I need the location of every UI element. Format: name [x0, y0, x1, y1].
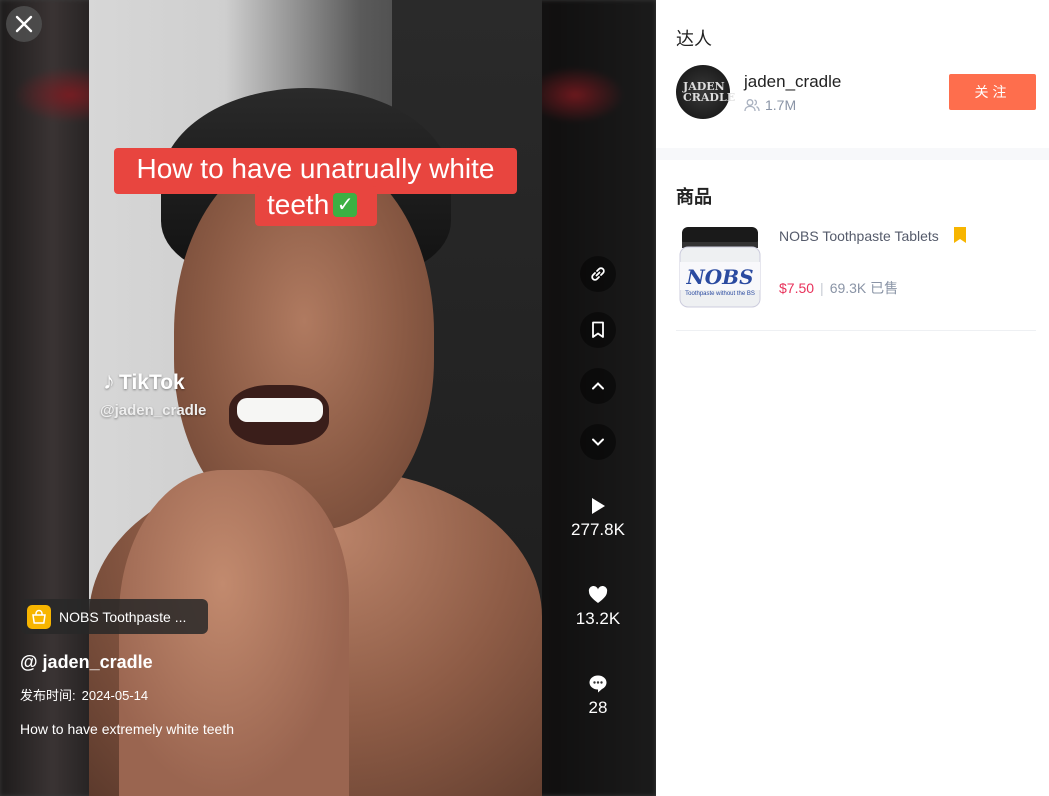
- play-count-value: 277.8K: [571, 520, 625, 539]
- tiktok-watermark-text: TikTok: [119, 371, 185, 394]
- shopping-bag-icon: [27, 604, 51, 629]
- comment-icon: [589, 675, 607, 693]
- product-bookmark-icon[interactable]: [954, 227, 966, 248]
- creator-followers: 1.7M: [744, 97, 796, 113]
- followers-icon: [744, 99, 760, 112]
- comment-count-value: 28: [588, 698, 608, 717]
- product-image[interactable]: NOBS Toothpaste without the BS: [676, 222, 764, 312]
- bookmark-button[interactable]: [580, 312, 616, 348]
- creator-followers-value: 1.7M: [765, 97, 797, 113]
- video-description: How to have extremely white teeth: [20, 721, 234, 737]
- product-jar-label: NOBS: [685, 265, 753, 289]
- copy-link-button[interactable]: [580, 256, 616, 292]
- product-meta: $7.50 | 69.3K 已售: [779, 278, 898, 298]
- video-author[interactable]: @ jaden_cradle: [20, 652, 153, 673]
- product-divider: [676, 330, 1036, 331]
- like-count-value: 13.2K: [575, 609, 621, 628]
- info-panel: 达人 JADEN CRADLE jaden_cradle 1.7M 关注 商品 …: [656, 0, 1049, 796]
- video-player[interactable]: [89, 0, 542, 796]
- creator-name[interactable]: jaden_cradle: [744, 72, 841, 92]
- video-teeth: [237, 398, 323, 422]
- product-price: $7.50: [779, 280, 815, 296]
- play-count: 277.8K: [563, 492, 633, 540]
- meta-separator: |: [820, 280, 824, 296]
- play-button[interactable]: [563, 492, 633, 520]
- product-pill-label: NOBS Toothpaste ...: [59, 608, 187, 625]
- bookmark-icon: [592, 321, 604, 338]
- check-mark-icon: ✓: [333, 192, 358, 217]
- publish-time-label: 发布时间:: [20, 688, 76, 703]
- link-icon: [591, 267, 605, 281]
- products-section-title: 商品: [676, 187, 712, 207]
- like-count: 13.2K: [563, 581, 633, 629]
- product-sold-count: 69.3K 已售: [829, 280, 899, 296]
- product-jar-subtitle: Toothpaste without the BS: [685, 291, 755, 297]
- tiktok-watermark-user: @jaden_cradle: [100, 402, 207, 419]
- comment-button[interactable]: [563, 670, 633, 698]
- publish-time: 发布时间: 2024-05-14: [20, 685, 154, 704]
- section-divider: [656, 148, 1049, 160]
- tiktok-logo-icon: ♪: [103, 368, 115, 395]
- close-button[interactable]: [6, 6, 42, 42]
- like-button[interactable]: [563, 581, 633, 609]
- tiktok-watermark: ♪ TikTok: [103, 368, 185, 396]
- heart-icon: [588, 586, 608, 603]
- chevron-up-icon: [592, 382, 604, 390]
- publish-time-value: 2024-05-14: [81, 688, 149, 703]
- comment-count: 28: [563, 670, 633, 718]
- play-icon: [592, 498, 605, 514]
- creator-section-title: 达人: [676, 29, 712, 49]
- follow-button[interactable]: 关注: [949, 74, 1036, 110]
- video-caption-line2: teeth ✓: [255, 186, 377, 226]
- avatar-logo-text: JADEN CRADLE: [683, 80, 736, 104]
- video-caption-line2-text: teeth: [267, 189, 330, 220]
- next-video-button[interactable]: [580, 424, 616, 460]
- previous-video-button[interactable]: [580, 368, 616, 404]
- product-name[interactable]: NOBS Toothpaste Tablets: [779, 225, 944, 247]
- video-stage: How to have unatrually white teeth ✓ ♪ Tik…: [0, 0, 656, 796]
- product-anchor-pill[interactable]: NOBS Toothpaste ...: [21, 599, 208, 634]
- chevron-down-icon: [592, 438, 604, 446]
- close-icon: [15, 15, 33, 33]
- avatar[interactable]: JADEN CRADLE: [676, 65, 736, 119]
